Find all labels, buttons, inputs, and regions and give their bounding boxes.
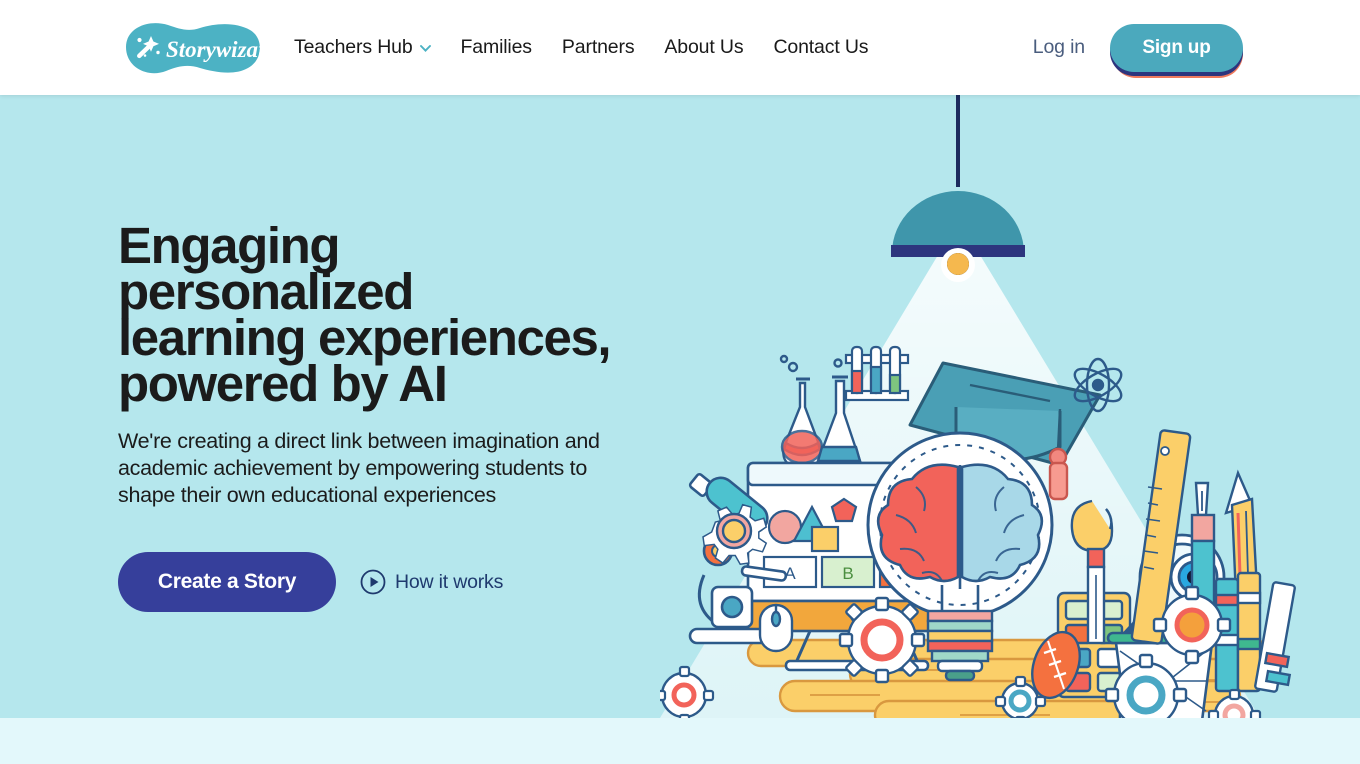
books-icon (1214, 571, 1296, 693)
page-title: Engaging personalized learning experienc… (118, 217, 612, 412)
signup-button[interactable]: Sign up (1110, 23, 1243, 72)
hero-section: A B Engaging personalized learning exper… (0, 95, 1360, 718)
auth-actions: Log in Sign up (1033, 0, 1360, 95)
signup-button-wrapper: Sign up (1110, 23, 1243, 78)
nav-item-families[interactable]: Families (460, 36, 533, 59)
hero-illustration: A B (660, 95, 1360, 718)
nav-item-contact-us[interactable]: Contact Us (773, 36, 868, 59)
test-tube-rack-icon (844, 345, 910, 402)
lamp-dome (892, 191, 1024, 253)
lamp-cord (956, 95, 960, 187)
computer-mouse-icon (758, 603, 794, 653)
nav-item-partners[interactable]: Partners (562, 36, 635, 59)
login-link[interactable]: Log in (1033, 36, 1085, 59)
nav-label-about-us: About Us (664, 36, 744, 58)
svg-text:B: B (842, 564, 853, 583)
chevron-down-icon[interactable] (419, 45, 431, 52)
play-circle-icon[interactable] (360, 569, 386, 595)
hero-cta-row: Create a Story How it works (118, 552, 618, 612)
lamp-bulb (947, 253, 969, 275)
nav-label-contact-us: Contact Us (773, 36, 869, 58)
hero-subtitle: We're creating a direct link between ima… (118, 429, 600, 507)
how-it-works-link[interactable]: How it works (360, 569, 503, 595)
flask-icon (779, 354, 824, 469)
nav-label-partners: Partners (561, 36, 635, 58)
main-navigation: Teachers Hub Families Partners About Us … (294, 0, 869, 95)
nav-item-teachers-hub[interactable]: Teachers Hub (294, 36, 431, 59)
hero-copy: Engaging personalized learning experienc… (118, 217, 618, 612)
site-header: Storywizard.ai Teachers Hub Families Par… (0, 0, 1360, 95)
nav-label-families: Families (460, 36, 533, 58)
page-root: Storywizard.ai Teachers Hub Families Par… (0, 0, 1360, 764)
logo-wordmark: Storywizard.ai (166, 37, 265, 62)
below-fold-section (0, 718, 1360, 764)
nav-label-teachers-hub: Teachers Hub (294, 36, 413, 58)
nav-item-about-us[interactable]: About Us (664, 36, 743, 59)
create-a-story-button[interactable]: Create a Story (118, 552, 336, 612)
brand-logo[interactable]: Storywizard.ai (118, 16, 265, 79)
how-it-works-label: How it works (395, 570, 504, 593)
